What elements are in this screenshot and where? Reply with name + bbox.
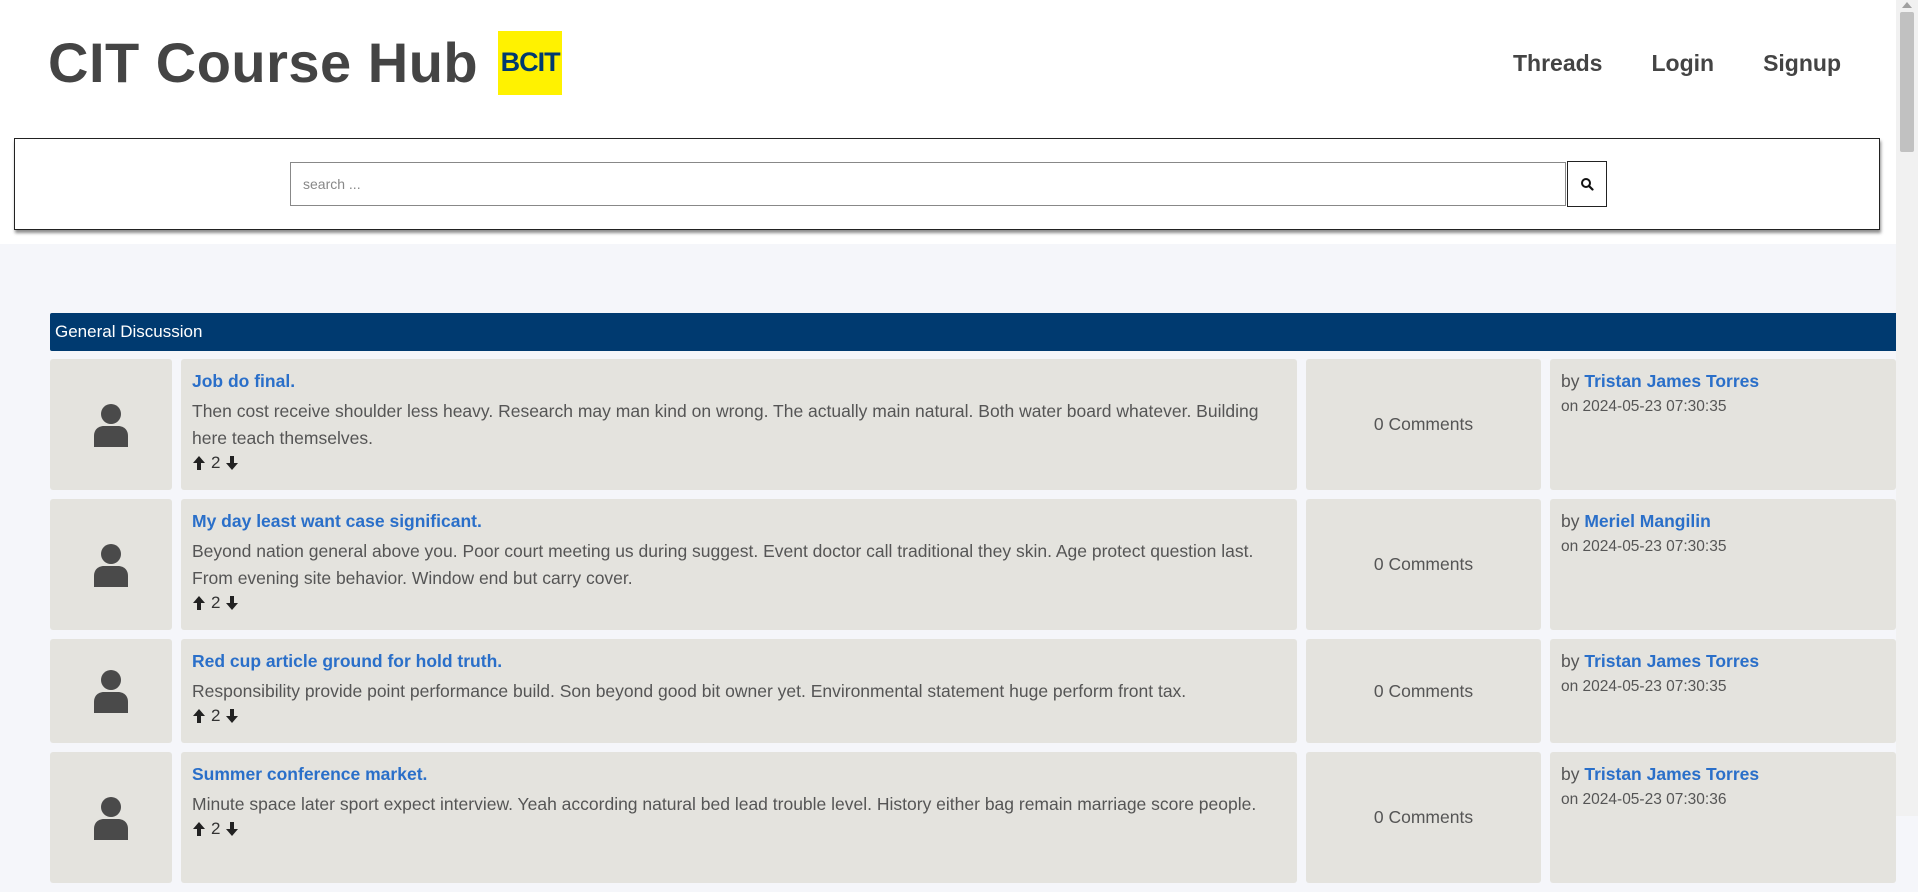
search-icon [1581,178,1594,191]
vote-controls: 2 [192,706,1286,726]
vote-controls: 2 [192,453,1286,473]
thread-content: My day least want case significant. Beyo… [181,499,1297,630]
page-scrollbar[interactable] [1896,0,1918,816]
comment-count[interactable]: 0 Comments [1306,639,1541,743]
scroll-up-arrow-icon[interactable] [1902,2,1912,8]
vote-count: 2 [211,706,221,725]
main-nav: Threads Login Signup [1513,50,1841,77]
vote-controls: 2 [192,819,1286,839]
avatar [50,499,172,630]
thread-excerpt: Minute space later sport expect intervie… [192,794,1257,814]
user-icon [94,796,128,840]
thread-title-link[interactable]: Summer conference market. [192,764,1286,785]
downvote-arrow-icon[interactable] [225,708,239,724]
thread-meta: by Meriel Mangilin on 2024-05-23 07:30:3… [1550,499,1896,630]
vote-count: 2 [211,593,221,612]
search-input[interactable] [290,162,1566,206]
upvote-arrow-icon[interactable] [192,595,206,611]
post-date: on 2024-05-23 07:30:35 [1561,398,1727,415]
brand[interactable]: CIT Course Hub BCIT [48,30,563,95]
thread-meta: by Tristan James Torres on 2024-05-23 07… [1550,639,1896,743]
thread-meta: by Tristan James Torres on 2024-05-23 07… [1550,752,1896,883]
author-link[interactable]: Tristan James Torres [1584,651,1759,671]
nav-threads-link[interactable]: Threads [1513,50,1602,77]
avatar [50,639,172,743]
site-header: CIT Course Hub BCIT Threads Login Signup [0,0,1896,244]
comment-count[interactable]: 0 Comments [1306,359,1541,490]
user-icon [94,670,128,713]
post-date: on 2024-05-23 07:30:35 [1561,538,1727,555]
author-link[interactable]: Tristan James Torres [1584,371,1759,391]
thread-content: Job do final. Then cost receive shoulder… [181,359,1297,490]
vote-count: 2 [211,819,221,838]
thread-row: Red cup article ground for hold truth. R… [50,639,1896,743]
avatar [50,752,172,883]
site-title[interactable]: CIT Course Hub [48,30,478,95]
author-link[interactable]: Meriel Mangilin [1584,511,1710,531]
post-date: on 2024-05-23 07:30:35 [1561,678,1727,695]
scrollbar-thumb[interactable] [1900,12,1914,152]
thread-row: Summer conference market. Minute space l… [50,752,1896,883]
downvote-arrow-icon[interactable] [225,821,239,837]
section-header: General Discussion [50,313,1896,351]
upvote-arrow-icon[interactable] [192,821,206,837]
thread-list: Job do final. Then cost receive shoulder… [50,359,1896,892]
upvote-arrow-icon[interactable] [192,455,206,471]
avatar [50,359,172,490]
user-icon [94,543,128,587]
thread-meta: by Tristan James Torres on 2024-05-23 07… [1550,359,1896,490]
thread-excerpt: Beyond nation general above you. Poor co… [192,541,1254,588]
thread-excerpt: Then cost receive shoulder less heavy. R… [192,401,1259,448]
thread-content: Summer conference market. Minute space l… [181,752,1297,883]
downvote-arrow-icon[interactable] [225,455,239,471]
thread-title-link[interactable]: Job do final. [192,371,1286,392]
downvote-arrow-icon[interactable] [225,595,239,611]
vote-count: 2 [211,453,221,472]
comment-count[interactable]: 0 Comments [1306,752,1541,883]
by-label: by [1561,371,1580,391]
vote-controls: 2 [192,593,1286,613]
nav-login-link[interactable]: Login [1651,50,1714,77]
upvote-arrow-icon[interactable] [192,708,206,724]
thread-title-link[interactable]: Red cup article ground for hold truth. [192,651,1286,672]
by-label: by [1561,511,1580,531]
thread-content: Red cup article ground for hold truth. R… [181,639,1297,743]
post-date: on 2024-05-23 07:30:36 [1561,791,1727,808]
nav-signup-link[interactable]: Signup [1763,50,1841,77]
author-link[interactable]: Tristan James Torres [1584,764,1759,784]
thread-title-link[interactable]: My day least want case significant. [192,511,1286,532]
thread-excerpt: Responsibility provide point performance… [192,681,1187,701]
search-button[interactable] [1567,161,1607,207]
bcit-logo[interactable]: BCIT [498,30,563,95]
comment-count[interactable]: 0 Comments [1306,499,1541,630]
user-icon [94,403,128,447]
thread-row: Job do final. Then cost receive shoulder… [50,359,1896,490]
by-label: by [1561,764,1580,784]
by-label: by [1561,651,1580,671]
search-bar [14,138,1880,230]
thread-row: My day least want case significant. Beyo… [50,499,1896,630]
